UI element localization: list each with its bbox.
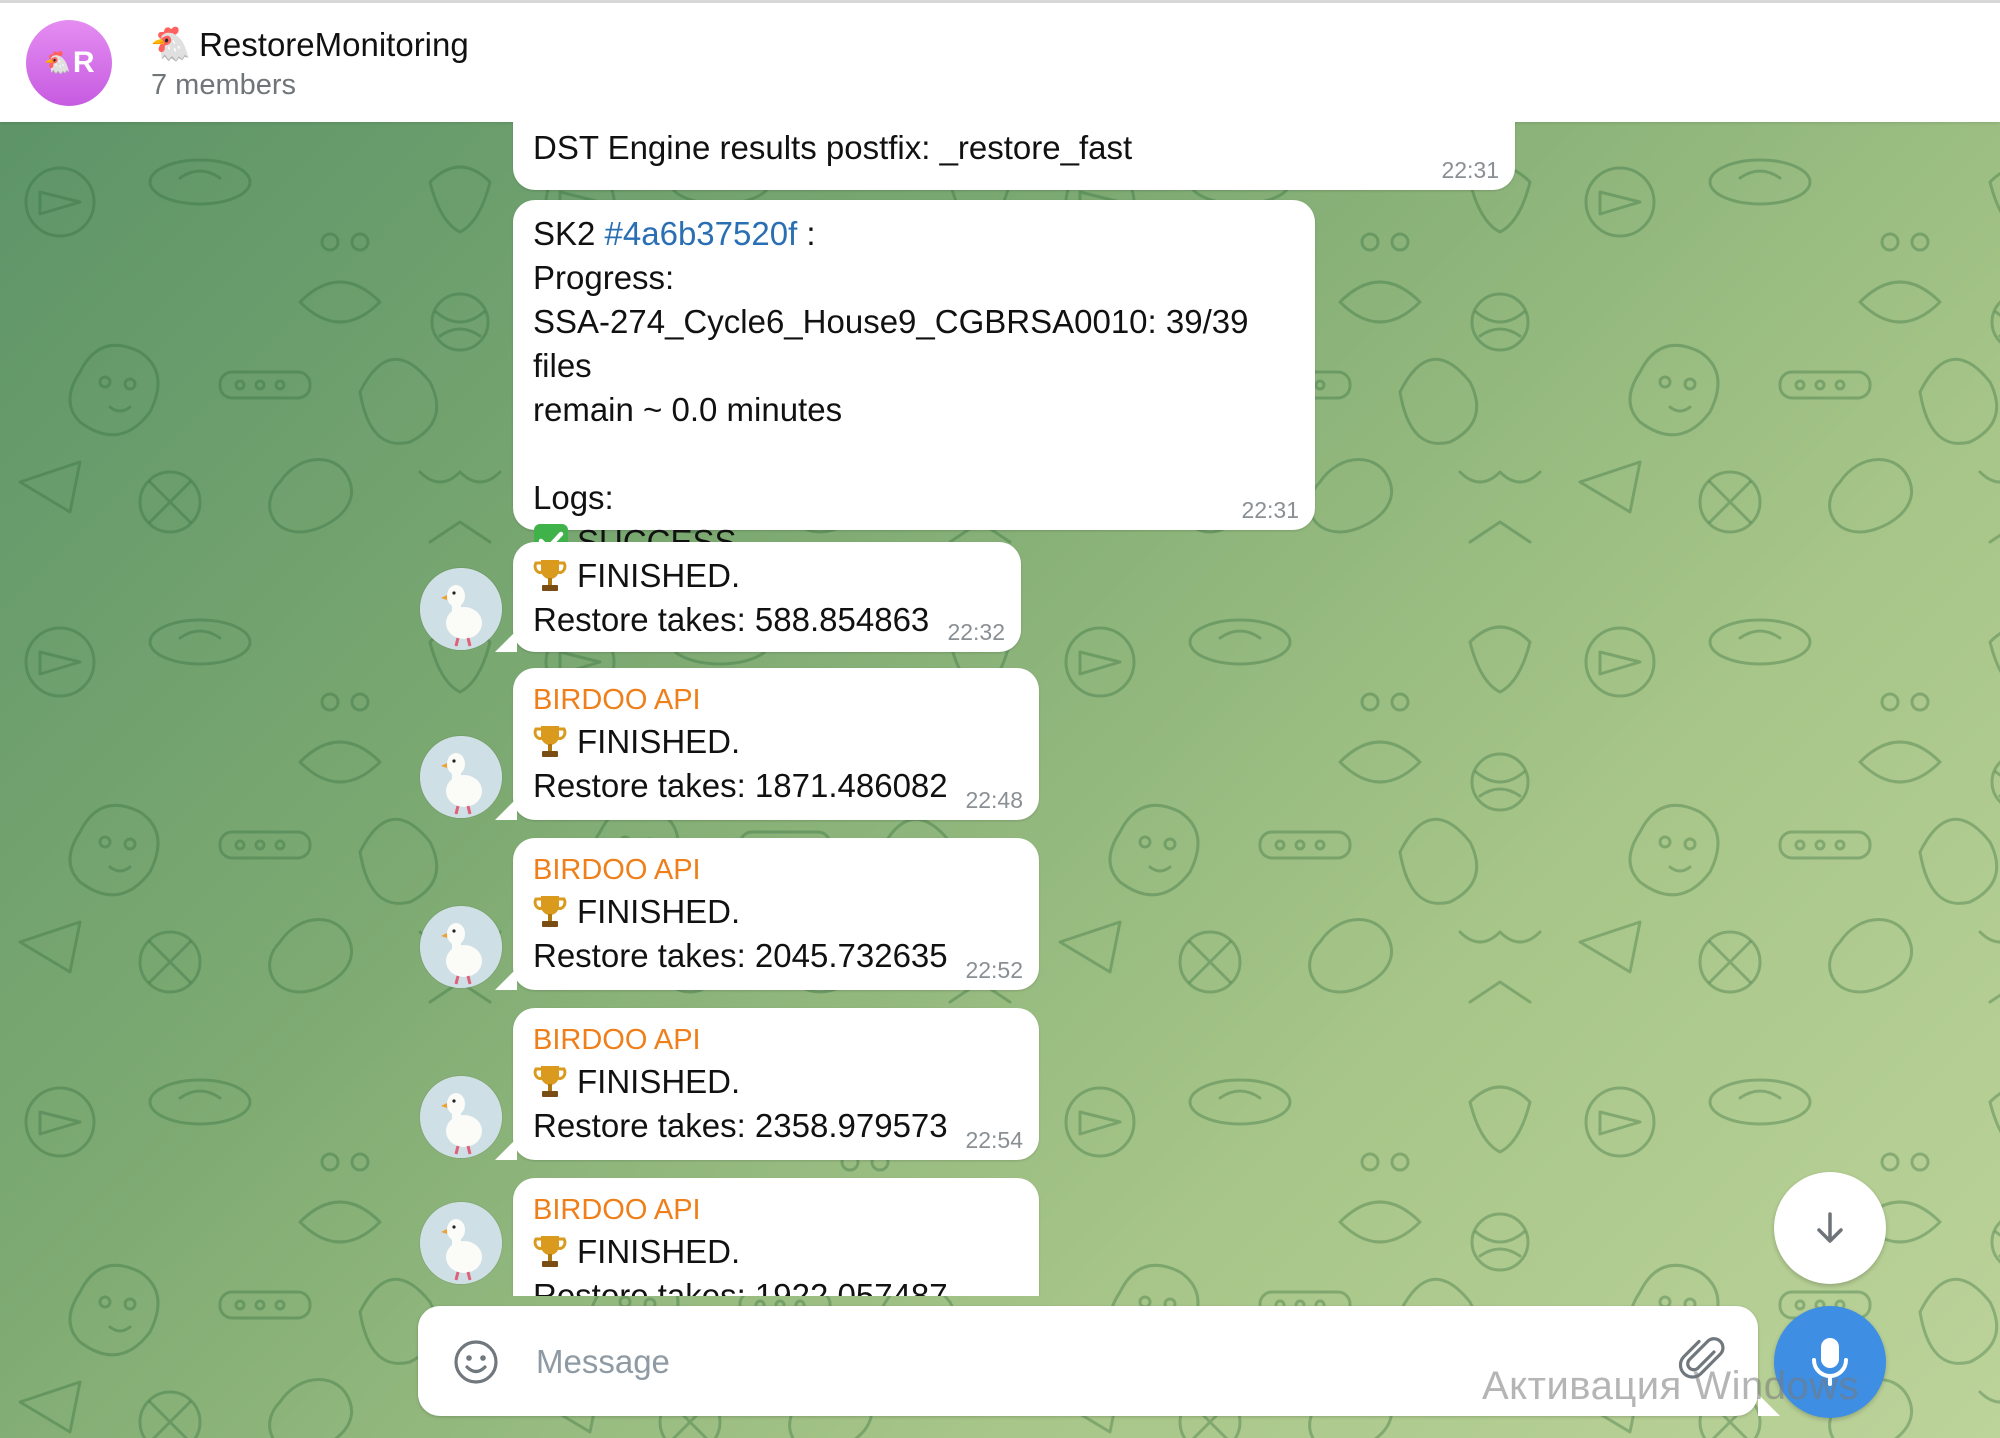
message-time: 22:54 — [965, 1127, 1023, 1153]
finished-line: FINISHED. — [533, 1060, 1019, 1104]
message-bubble[interactable]: BIRDOO API FINISHED. Restore takes: 1922… — [513, 1178, 1039, 1296]
restore-line: Restore takes: 2358.979573 — [533, 1107, 948, 1144]
restore-line: Restore takes: 2045.732635 — [533, 937, 948, 974]
finished-text: FINISHED. — [577, 893, 741, 930]
bot-avatar[interactable] — [420, 1076, 502, 1158]
finished-text: FINISHED. — [577, 1063, 741, 1100]
group-avatar[interactable]: 🐔 R — [26, 20, 112, 106]
trophy-icon — [533, 560, 567, 591]
restore-line: Restore takes: 1871.486082 — [533, 767, 948, 804]
message-time: 22:48 — [965, 787, 1023, 813]
hashtag-link[interactable]: #4a6b37520f — [605, 215, 798, 252]
restore-line: Restore takes: 588.854863 — [533, 601, 930, 638]
message-input[interactable] — [534, 1332, 1588, 1392]
trophy-icon — [533, 896, 567, 927]
message-time: 22:31 — [1441, 157, 1499, 183]
finished-line: FINISHED. — [533, 1230, 1019, 1274]
duck-avatar-icon — [420, 1076, 502, 1158]
message-line: DST Engine results postfix: _restore_fas… — [533, 129, 1133, 166]
sender-name[interactable]: BIRDOO API — [533, 850, 1019, 890]
bubble-tail — [495, 798, 517, 820]
trophy-icon — [533, 1236, 567, 1267]
duck-avatar-icon — [420, 906, 502, 988]
message-list[interactable]: 274_36bb_remais_7899_final DST Engine re… — [0, 122, 2000, 1296]
message-time: 22:52 — [965, 957, 1023, 983]
title-emoji: 🐔 — [150, 25, 192, 62]
bubble-tail — [495, 1138, 517, 1160]
avatar-letter: R — [72, 46, 95, 79]
message-time: 22:31 — [1241, 497, 1299, 523]
message-suffix: : — [797, 215, 816, 252]
message-line: SSA-274_Cycle6_House9_CGBRSA0010: 39/39 … — [533, 303, 1249, 384]
finished-text: FINISHED. — [577, 723, 741, 760]
finished-line: FINISHED. — [533, 554, 1001, 598]
bubble-tail — [495, 630, 517, 652]
arrow-down-icon — [1817, 1212, 1843, 1243]
finished-text: FINISHED. — [577, 557, 741, 594]
finished-text: FINISHED. — [577, 1233, 741, 1270]
duck-avatar-icon — [420, 736, 502, 818]
trophy-icon — [533, 726, 567, 757]
message-line: remain ~ 0.0 minutes — [533, 391, 843, 428]
finished-line: FINISHED. — [533, 720, 1019, 764]
message-bubble[interactable]: BIRDOO API FINISHED. Restore takes: 2358… — [513, 1008, 1039, 1160]
trophy-icon — [533, 1066, 567, 1097]
message-header-line: SK2 #4a6b37520f : — [533, 212, 1295, 256]
group-title[interactable]: 🐔 RestoreMonitoring — [150, 25, 469, 64]
duck-avatar-icon — [420, 1202, 502, 1284]
sender-name[interactable]: BIRDOO API — [533, 1190, 1019, 1230]
bot-avatar[interactable] — [420, 906, 502, 988]
message-bubble[interactable]: FINISHED. Restore takes: 588.854863 22:3… — [513, 542, 1021, 652]
message-time: 22:32 — [947, 619, 1005, 645]
scroll-down-button[interactable] — [1774, 1172, 1886, 1284]
emoji-icon[interactable] — [452, 1338, 500, 1386]
message-line: Logs: — [533, 479, 614, 516]
member-count: 7 members — [151, 69, 297, 101]
restore-line: Restore takes: 1922.057487 — [533, 1277, 948, 1296]
finished-line: FINISHED. — [533, 890, 1019, 934]
message-bubble[interactable]: BIRDOO API FINISHED. Restore takes: 1871… — [513, 668, 1039, 820]
chat-header[interactable]: 🐔 R 🐔 RestoreMonitoring 7 members — [0, 0, 2000, 122]
bubble-tail — [495, 968, 517, 990]
message-bubble[interactable]: SK2 #4a6b37520f : Progress: SSA-274_Cycl… — [513, 200, 1315, 560]
message-bubble[interactable]: 274_36bb_remais_7899_final DST Engine re… — [513, 122, 1515, 190]
bot-avatar[interactable] — [420, 568, 502, 650]
rooster-icon: 🐔 — [43, 50, 71, 75]
sender-name[interactable]: BIRDOO API — [533, 1020, 1019, 1060]
title-text: RestoreMonitoring — [199, 25, 469, 63]
bot-avatar[interactable] — [420, 1202, 502, 1284]
message-bubble[interactable]: BIRDOO API FINISHED. Restore takes: 2045… — [513, 838, 1039, 990]
sender-name[interactable]: BIRDOO API — [533, 680, 1019, 720]
windows-activation-watermark: Активация Windows — [1482, 1364, 1860, 1408]
duck-avatar-icon — [420, 568, 502, 650]
bot-avatar[interactable] — [420, 736, 502, 818]
message-prefix: SK2 — [533, 215, 605, 252]
message-line — [533, 432, 1295, 476]
message-line: Progress: — [533, 259, 675, 296]
